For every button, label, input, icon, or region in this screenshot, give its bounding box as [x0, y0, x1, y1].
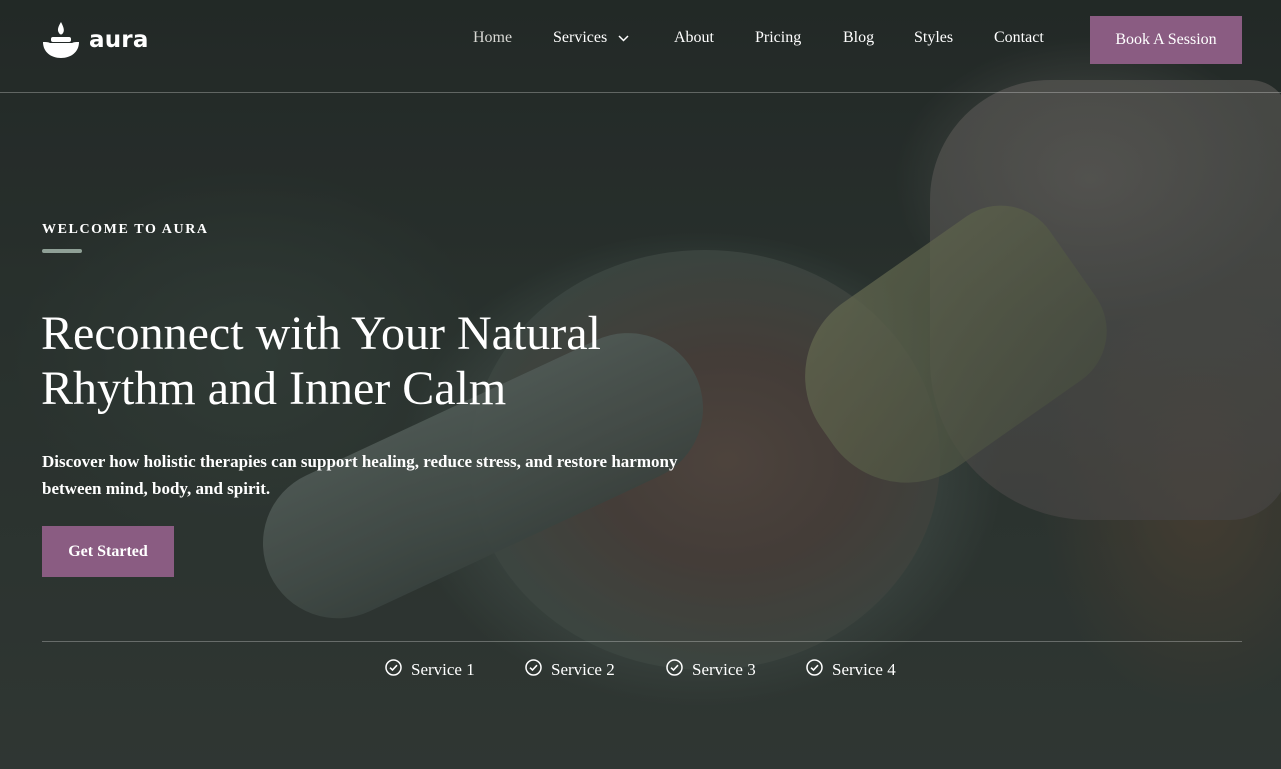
service-label: Service 3	[692, 660, 756, 679]
nav-about[interactable]: About	[674, 29, 714, 47]
nav-services[interactable]: Services	[553, 29, 629, 47]
service-item-2[interactable]: Service 2	[525, 659, 615, 681]
nav-contact[interactable]: Contact	[994, 29, 1044, 47]
site-header: aura Home Services About Pricing Blog St…	[0, 0, 1281, 93]
headline-line-2: Rhythm and Inner Calm	[41, 362, 507, 415]
brand-name: aura	[89, 27, 149, 53]
subtext-line-1: Discover how holistic therapies can supp…	[42, 452, 678, 471]
service-item-3[interactable]: Service 3	[666, 659, 756, 681]
hero-divider	[42, 641, 1242, 642]
site-logo[interactable]: aura	[41, 20, 149, 60]
hero-eyebrow: WELCOME TO AURA	[42, 222, 209, 237]
nav-blog[interactable]: Blog	[843, 29, 874, 47]
hero-section: aura Home Services About Pricing Blog St…	[0, 0, 1281, 769]
check-circle-icon	[525, 659, 542, 681]
subtext-line-2: between mind, body, and spirit.	[42, 479, 271, 498]
candle-bowl-icon	[41, 20, 81, 60]
services-list: Service 1 Service 2 Service 3 Service 4	[0, 659, 1281, 683]
service-item-4[interactable]: Service 4	[806, 659, 896, 681]
service-label: Service 2	[551, 660, 615, 679]
book-session-button[interactable]: Book A Session	[1090, 16, 1242, 64]
service-label: Service 1	[411, 660, 475, 679]
check-circle-icon	[666, 659, 683, 681]
hero-headline: Reconnect with Your Natural Rhythm and I…	[41, 306, 741, 416]
hero-subtext: Discover how holistic therapies can supp…	[42, 448, 722, 502]
nav-styles[interactable]: Styles	[914, 29, 953, 47]
nav-home[interactable]: Home	[473, 29, 512, 47]
service-item-1[interactable]: Service 1	[385, 659, 475, 681]
service-label: Service 4	[832, 660, 896, 679]
nav-services-label: Services	[553, 29, 608, 46]
eyebrow-underline	[42, 249, 82, 253]
check-circle-icon	[385, 659, 402, 681]
check-circle-icon	[806, 659, 823, 681]
nav-pricing[interactable]: Pricing	[755, 29, 801, 47]
headline-line-1: Reconnect with Your Natural	[41, 307, 601, 360]
get-started-button[interactable]: Get Started	[42, 526, 174, 577]
chevron-down-icon	[618, 29, 629, 47]
